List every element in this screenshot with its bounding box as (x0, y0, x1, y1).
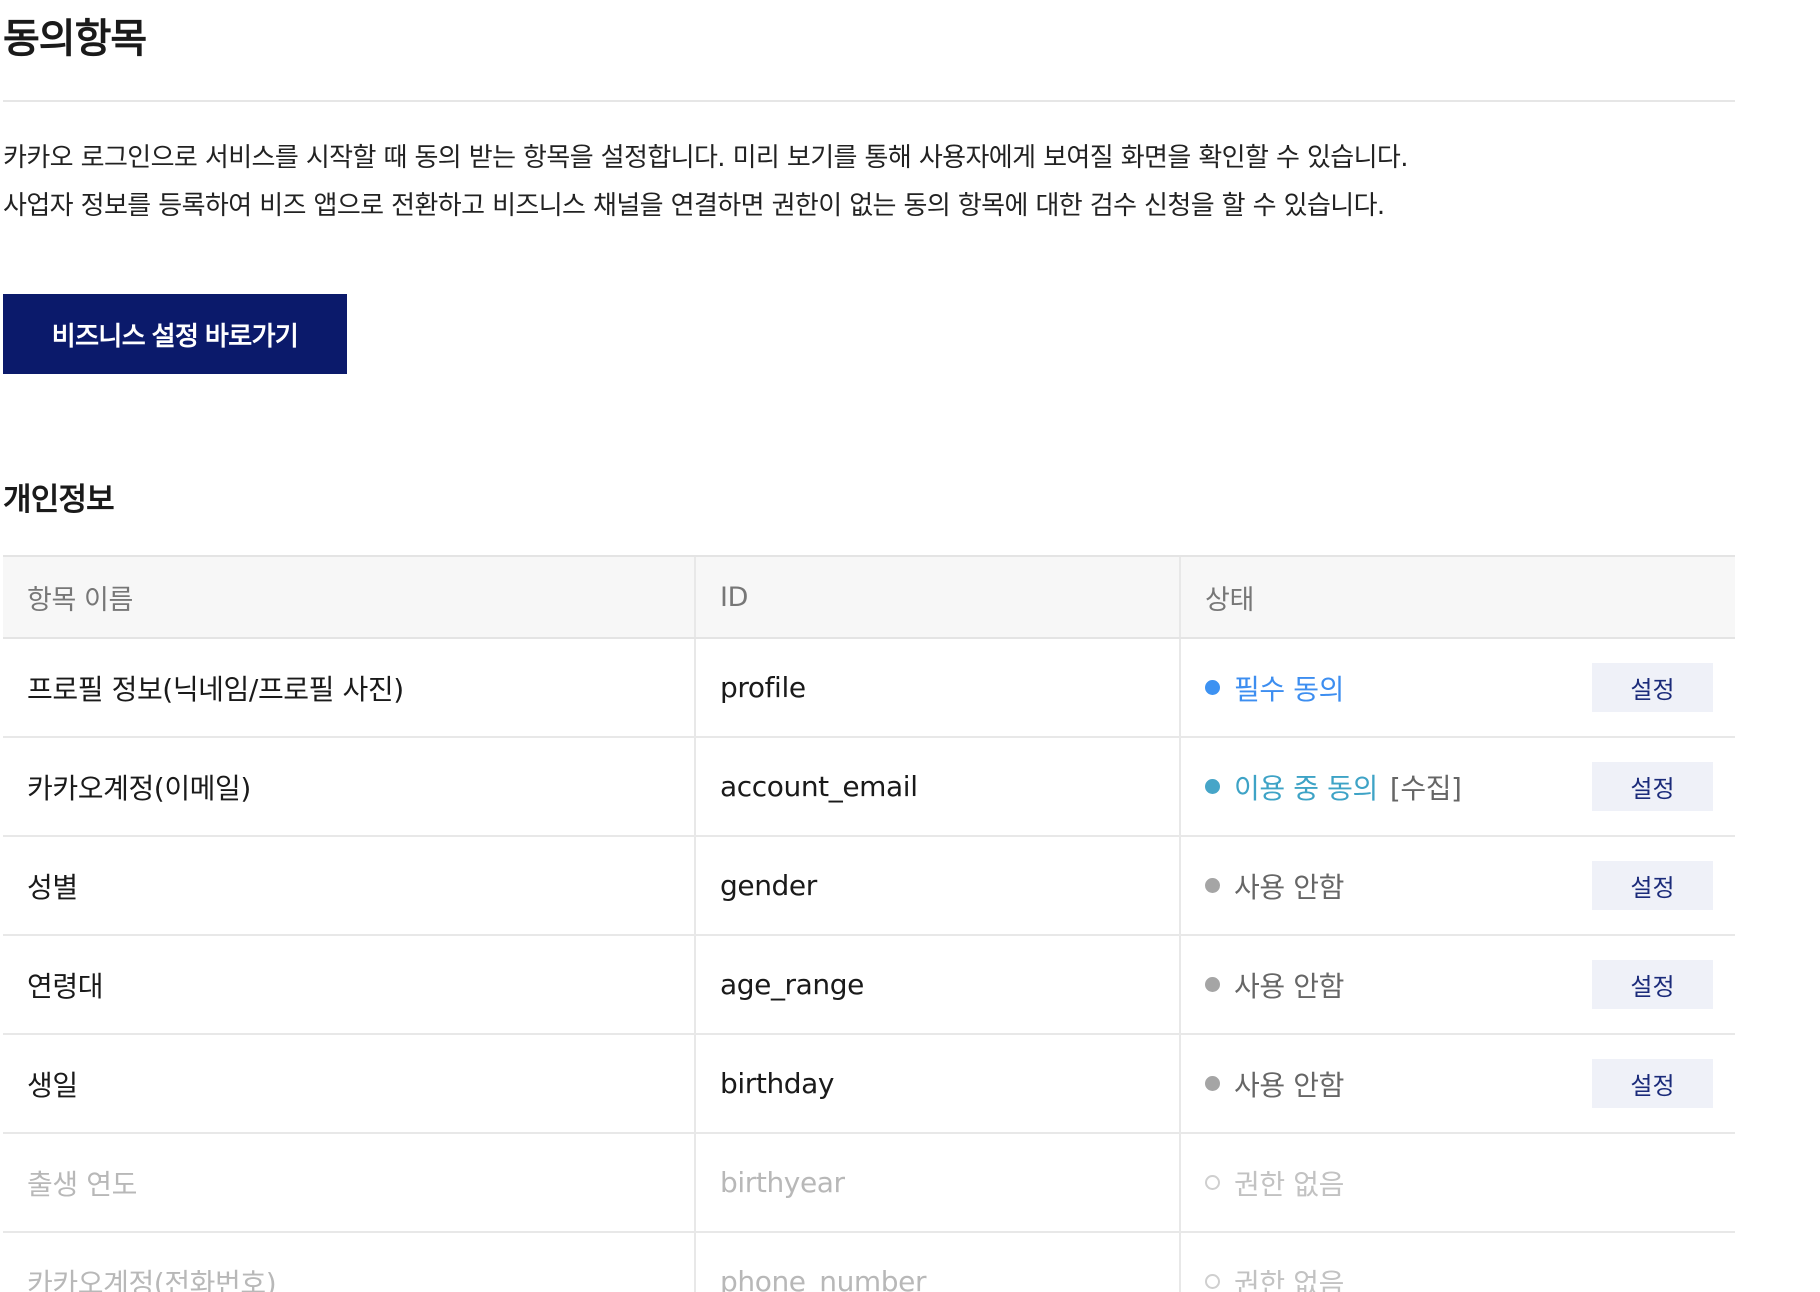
status-text: 사용 안함 (1234, 969, 1344, 1003)
item-status-cell: 권한 없음 (1181, 1134, 1735, 1231)
status-text: 사용 안함 (1234, 1068, 1344, 1102)
table-row: 출생 연도 birthyear 권한 없음 (3, 1134, 1735, 1233)
title-divider (3, 100, 1735, 102)
status-text: 권한 없음 (1234, 1167, 1344, 1201)
status: 필수 동의 (1205, 668, 1592, 708)
column-header-id: ID (696, 557, 1181, 637)
description-line-2: 사업자 정보를 등록하여 비즈 앱으로 전환하고 비즈니스 채널을 연결하면 권… (3, 191, 1385, 221)
item-status-cell: 사용 안함 설정 (1181, 1035, 1735, 1132)
table-row: 성별 gender 사용 안함 설정 (3, 837, 1735, 936)
status-dot-icon (1205, 1076, 1220, 1091)
item-id: phone_number (696, 1233, 1181, 1292)
item-status-cell: 사용 안함 설정 (1181, 837, 1735, 934)
status: 사용 안함 (1205, 965, 1592, 1005)
item-name: 출생 연도 (3, 1134, 696, 1231)
set-button[interactable]: 설정 (1592, 663, 1713, 712)
status-text: 이용 중 동의 (1234, 771, 1378, 805)
item-status-cell: 이용 중 동의 [수집] 설정 (1181, 738, 1735, 835)
status: 권한 없음 (1205, 1163, 1713, 1203)
status: 사용 안함 (1205, 866, 1592, 906)
consent-table: 항목 이름 ID 상태 프로필 정보(닉네임/프로필 사진) profile 필… (3, 555, 1735, 1292)
status-dot-icon (1205, 878, 1220, 893)
table-row: 연령대 age_range 사용 안함 설정 (3, 936, 1735, 1035)
status-extra: [수집] (1389, 771, 1462, 805)
page-description: 카카오 로그인으로 서비스를 시작할 때 동의 받는 항목을 설정합니다. 미리… (3, 134, 1409, 230)
business-settings-button[interactable]: 비즈니스 설정 바로가기 (3, 294, 347, 374)
status: 사용 안함 (1205, 1064, 1592, 1104)
description-line-1: 카카오 로그인으로 서비스를 시작할 때 동의 받는 항목을 설정합니다. 미리… (3, 143, 1409, 173)
item-name: 카카오계정(이메일) (3, 738, 696, 835)
item-name: 생일 (3, 1035, 696, 1132)
status-dot-icon (1205, 680, 1220, 695)
status: 이용 중 동의 [수집] (1205, 767, 1592, 807)
item-name: 카카오계정(전화번호) (3, 1233, 696, 1292)
status-dot-icon (1205, 977, 1220, 992)
table-row: 생일 birthday 사용 안함 설정 (3, 1035, 1735, 1134)
status-dot-icon (1205, 1274, 1220, 1289)
item-id: account_email (696, 738, 1181, 835)
set-button[interactable]: 설정 (1592, 960, 1713, 1009)
status-text: 필수 동의 (1234, 672, 1344, 706)
item-id: birthyear (696, 1134, 1181, 1231)
item-status-cell: 권한 없음 (1181, 1233, 1735, 1292)
table-header: 항목 이름 ID 상태 (3, 557, 1735, 639)
column-header-status: 상태 (1205, 584, 1254, 616)
set-button[interactable]: 설정 (1592, 762, 1713, 811)
table-row: 프로필 정보(닉네임/프로필 사진) profile 필수 동의 설정 (3, 639, 1735, 738)
item-status-cell: 필수 동의 설정 (1181, 639, 1735, 736)
status-dot-icon (1205, 779, 1220, 794)
item-id: gender (696, 837, 1181, 934)
item-status-cell: 사용 안함 설정 (1181, 936, 1735, 1033)
status-text: 사용 안함 (1234, 870, 1344, 904)
table-row: 카카오계정(전화번호) phone_number 권한 없음 (3, 1233, 1735, 1292)
column-header-name: 항목 이름 (3, 557, 696, 637)
status-dot-icon (1205, 1175, 1220, 1190)
page-title: 동의항목 (3, 16, 147, 62)
section-title: 개인정보 (3, 482, 115, 518)
status-text: 권한 없음 (1234, 1266, 1344, 1292)
item-id: profile (696, 639, 1181, 736)
table-row: 카카오계정(이메일) account_email 이용 중 동의 [수집] 설정 (3, 738, 1735, 837)
item-name: 연령대 (3, 936, 696, 1033)
item-name: 성별 (3, 837, 696, 934)
status: 권한 없음 (1205, 1262, 1713, 1292)
item-name: 프로필 정보(닉네임/프로필 사진) (3, 639, 696, 736)
item-id: birthday (696, 1035, 1181, 1132)
set-button[interactable]: 설정 (1592, 861, 1713, 910)
consent-items-page: 동의항목 카카오 로그인으로 서비스를 시작할 때 동의 받는 항목을 설정합니… (0, 0, 1820, 1292)
item-id: age_range (696, 936, 1181, 1033)
set-button[interactable]: 설정 (1592, 1059, 1713, 1108)
